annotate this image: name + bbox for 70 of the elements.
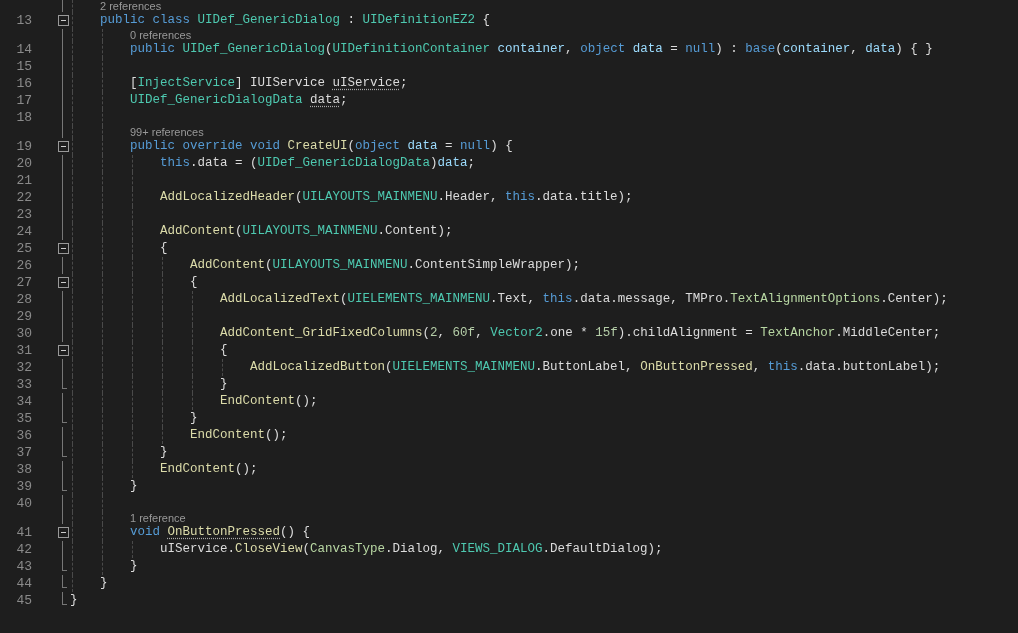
- code-line: uIService.CloseView(CanvasType.Dialog, VIEWS_DIALOG.DefaultDialog);: [160, 541, 663, 558]
- line-number: 19: [15, 138, 32, 155]
- code-line: }: [220, 376, 228, 393]
- code-line: AddLocalizedText(UIELEMENTS_MAINMENU.Text, this.data.message, TMPro.TextAlignmentOptions.Center);: [220, 291, 948, 308]
- line-number: 41: [15, 524, 32, 541]
- code-line: }: [130, 558, 138, 575]
- code-line: {: [160, 240, 168, 257]
- line-number: 27: [15, 274, 32, 291]
- line-number: 36: [15, 427, 32, 444]
- code-line: this.data = (UIDef_GenericDialogData)data;: [160, 155, 476, 172]
- line-number: 21: [15, 172, 32, 189]
- codelens-references[interactable]: 99+ references: [130, 126, 204, 138]
- line-number: 14: [15, 41, 32, 58]
- line-number: 38: [15, 461, 32, 478]
- code-line: AddLocalizedHeader(UILAYOUTS_MAINMENU.Header, this.data.title);: [160, 189, 633, 206]
- line-number: 28: [15, 291, 32, 308]
- line-number: 32: [15, 359, 32, 376]
- collapse-toggle[interactable]: [57, 345, 69, 356]
- line-number: 31: [15, 342, 32, 359]
- code-line: void OnButtonPressed() {: [130, 524, 311, 541]
- line-number: 37: [15, 444, 32, 461]
- collapse-toggle[interactable]: [57, 527, 69, 538]
- line-number: 33: [15, 376, 32, 393]
- line-number: 17: [15, 92, 32, 109]
- line-number: 26: [15, 257, 32, 274]
- collapse-toggle[interactable]: [57, 15, 69, 26]
- line-number: 16: [15, 75, 32, 92]
- code-line: }: [190, 410, 198, 427]
- collapse-toggle[interactable]: [57, 277, 69, 288]
- line-number: 35: [15, 410, 32, 427]
- code-line: {: [190, 274, 198, 291]
- code-line: public override void CreateUI(object data = null) {: [130, 138, 513, 155]
- code-line: AddLocalizedButton(UIELEMENTS_MAINMENU.ButtonLabel, OnButtonPressed, this.data.buttonLabel);: [250, 359, 941, 376]
- line-number: 42: [15, 541, 32, 558]
- line-number: 43: [15, 558, 32, 575]
- line-number: 24: [15, 223, 32, 240]
- line-number: 45: [15, 592, 32, 609]
- collapse-toggle[interactable]: [57, 141, 69, 152]
- code-line: {: [220, 342, 228, 359]
- codelens-references[interactable]: 1 reference: [130, 512, 186, 524]
- line-number: 20: [15, 155, 32, 172]
- code-line: }: [160, 444, 168, 461]
- code-line: AddContent_GridFixedColumns(2, 60f, Vector2.one * 15f).childAlignment = TextAnchor.MiddleCenter;: [220, 325, 941, 342]
- code-line: EndContent();: [160, 461, 258, 478]
- line-number: 34: [15, 393, 32, 410]
- codelens-references[interactable]: 0 references: [130, 29, 192, 41]
- code-line: [InjectService] IUIService uIService;: [130, 75, 408, 92]
- code-line: public UIDef_GenericDialog(UIDefinitionContainer container, object data = null) : base(container, data) { }: [130, 41, 933, 58]
- code-line: public class UIDef_GenericDialog : UIDefinitionEZ2 {: [100, 12, 491, 29]
- line-number: 40: [15, 495, 32, 512]
- collapse-toggle[interactable]: [57, 243, 69, 254]
- code-line: }: [70, 592, 78, 609]
- code-line: }: [100, 575, 108, 592]
- code-line: AddContent(UILAYOUTS_MAINMENU.ContentSimpleWrapper);: [190, 257, 581, 274]
- line-number: 44: [15, 575, 32, 592]
- code-line: AddContent(UILAYOUTS_MAINMENU.Content);: [160, 223, 453, 240]
- code-line: UIDef_GenericDialogData data;: [130, 92, 348, 109]
- line-number: 39: [15, 478, 32, 495]
- line-number: 18: [15, 109, 32, 126]
- code-line: EndContent();: [220, 393, 318, 410]
- code-line: }: [130, 478, 138, 495]
- codelens-references[interactable]: 2 references: [100, 0, 162, 12]
- code-line: EndContent();: [190, 427, 288, 444]
- line-number: 13: [15, 12, 32, 29]
- line-number: 23: [15, 206, 32, 223]
- line-number: 25: [15, 240, 32, 257]
- line-number: 29: [15, 308, 32, 325]
- line-number: 30: [15, 325, 32, 342]
- line-number: 22: [15, 189, 32, 206]
- line-number: 15: [15, 58, 32, 75]
